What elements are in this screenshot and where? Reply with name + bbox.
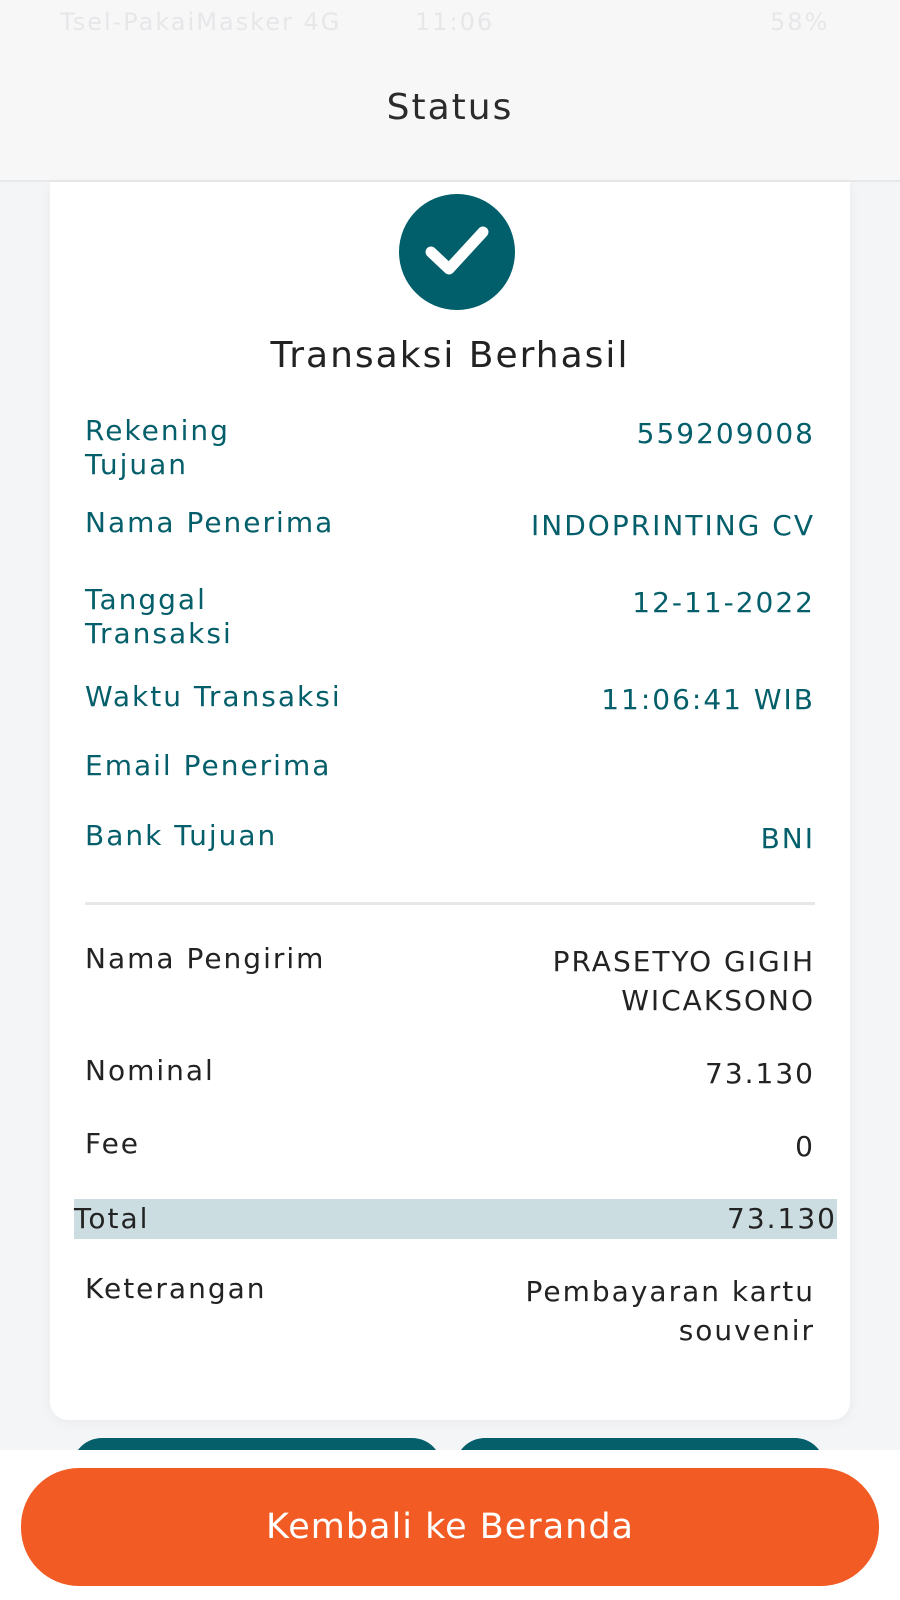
page-header: Status bbox=[0, 50, 900, 182]
clock: 11:06 bbox=[415, 8, 495, 36]
fee-label: Fee bbox=[85, 1127, 141, 1160]
nominal-label: Nominal bbox=[85, 1054, 215, 1087]
bottom-action-bar: Kembali ke Beranda bbox=[0, 1450, 900, 1600]
total-value: 73.130 bbox=[727, 1202, 837, 1235]
fee-value: 0 bbox=[795, 1130, 815, 1163]
summary-row-nama-pengirim: Nama Pengirim PRASETYO GIGIH WICAKSONO bbox=[85, 942, 815, 1022]
detail-row-rekening-tujuan: Rekening Tujuan 559209008 bbox=[85, 414, 815, 484]
rekening-tujuan-value: 559209008 bbox=[636, 417, 815, 450]
detail-row-tanggal-transaksi: Tanggal Transaksi 12-11-2022 bbox=[85, 583, 815, 653]
page-title: Status bbox=[386, 86, 514, 128]
summary-row-nominal: Nominal 73.130 bbox=[85, 1054, 815, 1094]
summary-row-keterangan: Keterangan Pembayaran kartu souvenir bbox=[85, 1272, 815, 1352]
nama-penerima-value: INDOPRINTING CV bbox=[531, 509, 815, 542]
section-divider bbox=[85, 902, 815, 905]
email-penerima-label: Email Penerima bbox=[85, 749, 332, 782]
battery-level: 58% bbox=[770, 8, 830, 36]
transaction-receipt-card: Transaksi Berhasil Rekening Tujuan 55920… bbox=[50, 182, 850, 1420]
detail-row-waktu-transaksi: Waktu Transaksi 11:06:41 WIB bbox=[85, 680, 815, 720]
rekening-tujuan-label: Rekening Tujuan bbox=[85, 414, 230, 481]
summary-row-fee: Fee 0 bbox=[85, 1127, 815, 1167]
detail-row-email-penerima: Email Penerima bbox=[85, 749, 815, 789]
check-icon bbox=[425, 226, 489, 275]
summary-row-total: Total 73.130 bbox=[74, 1199, 837, 1239]
waktu-transaksi-value: 11:06:41 WIB bbox=[601, 683, 815, 716]
keterangan-label: Keterangan bbox=[85, 1272, 267, 1305]
tanggal-transaksi-value: 12-11-2022 bbox=[632, 586, 815, 619]
back-to-home-button[interactable]: Kembali ke Beranda bbox=[21, 1468, 879, 1586]
transaction-status-title: Transaksi Berhasil bbox=[270, 335, 630, 376]
nominal-value: 73.130 bbox=[705, 1057, 815, 1090]
bank-tujuan-value: BNI bbox=[760, 822, 815, 855]
nama-pengirim-value: PRASETYO GIGIH WICAKSONO bbox=[552, 945, 815, 1017]
status-bar: Tsel-PakaiMasker 4G 11:06 58% bbox=[0, 0, 900, 50]
nama-pengirim-label: Nama Pengirim bbox=[85, 942, 326, 975]
detail-row-bank-tujuan: Bank Tujuan BNI bbox=[85, 819, 815, 859]
carrier-name: Tsel-PakaiMasker 4G bbox=[60, 8, 342, 36]
bank-tujuan-label: Bank Tujuan bbox=[85, 819, 278, 852]
keterangan-value: Pembayaran kartu souvenir bbox=[525, 1275, 815, 1347]
waktu-transaksi-label: Waktu Transaksi bbox=[85, 680, 342, 713]
total-label: Total bbox=[74, 1202, 150, 1235]
detail-row-nama-penerima: Nama Penerima INDOPRINTING CV bbox=[85, 506, 815, 546]
success-badge bbox=[399, 194, 515, 310]
tanggal-transaksi-label: Tanggal Transaksi bbox=[85, 583, 233, 650]
nama-penerima-label: Nama Penerima bbox=[85, 506, 335, 539]
